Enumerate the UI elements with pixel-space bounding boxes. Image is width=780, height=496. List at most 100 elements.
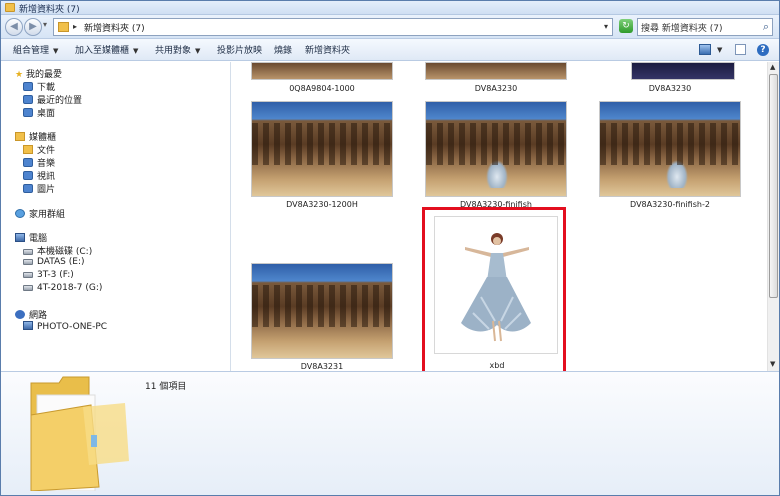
nav-label: 桌面 (37, 109, 56, 119)
thumbnail[interactable] (251, 263, 393, 359)
file-name[interactable]: DV8A3230 (590, 84, 750, 93)
nav-drive-e[interactable]: DATAS (E:) (23, 257, 85, 267)
add-to-library-button[interactable]: 加入至媒體櫃 ▼ (75, 43, 138, 56)
view-dropdown-icon[interactable]: ▼ (717, 46, 722, 54)
share-label: 共用對象 (155, 46, 192, 56)
nav-favorites[interactable]: ★ 我的最愛 (15, 67, 62, 80)
nav-videos[interactable]: 視訊 (23, 169, 55, 182)
nav-network[interactable]: 網路 (15, 308, 47, 321)
nav-desktop[interactable]: 桌面 (23, 106, 55, 119)
thumbnail[interactable] (425, 62, 567, 80)
new-folder-button[interactable]: 新增資料夾 (305, 43, 350, 56)
chevron-down-icon: ▼ (53, 47, 59, 55)
help-icon[interactable]: ? (757, 44, 769, 56)
refresh-button[interactable]: ↻ (619, 19, 633, 33)
navigation-bar: ◀ ▶ ▾ ▸ 新增資料夾 (7) ▾ ↻ 搜尋 新增資料夾 (7) ⌕ (1, 15, 779, 39)
address-bar[interactable]: ▸ 新增資料夾 (7) ▾ (53, 18, 613, 36)
nav-label: 4T-2018-7 (G:) (37, 283, 103, 293)
explorer-window: 新增資料夾 (7) ◀ ▶ ▾ ▸ 新增資料夾 (7) ▾ ↻ 搜尋 新增資料夾… (0, 0, 780, 496)
nav-label: 最近的位置 (37, 96, 83, 106)
address-path[interactable]: 新增資料夾 (7) (84, 21, 145, 34)
preview-pane-icon[interactable] (735, 44, 746, 55)
nav-documents[interactable]: 文件 (23, 143, 55, 156)
library-icon (15, 132, 25, 141)
nav-label: 本機磁碟 (C:) (37, 247, 93, 257)
file-name[interactable]: DV8A3230-finifish-2 (590, 200, 750, 209)
thumbnail[interactable] (425, 101, 567, 197)
file-name[interactable]: 0Q8A9804-1000 (242, 84, 402, 93)
nav-label: 網路 (29, 311, 48, 321)
title-bar: 新增資料夾 (7) (1, 1, 779, 15)
music-icon (23, 158, 33, 167)
nav-label: 圖片 (37, 185, 56, 195)
add-to-library-label: 加入至媒體櫃 (75, 46, 130, 56)
hard-drive-icon (23, 259, 33, 265)
nav-music[interactable]: 音樂 (23, 156, 55, 169)
chevron-down-icon: ▼ (133, 47, 139, 55)
nav-label: 音樂 (37, 159, 56, 169)
file-name[interactable]: DV8A3231 (242, 362, 402, 371)
selection-highlight (422, 207, 566, 375)
computer-icon (15, 233, 25, 242)
command-bar: 組合管理 ▼ 加入至媒體櫃 ▼ 共用對象 ▼ 投影片放映 燒錄 新增資料夾 ▼ ? (1, 39, 779, 61)
nav-downloads[interactable]: 下載 (23, 80, 55, 93)
slideshow-button[interactable]: 投影片放映 (217, 43, 262, 56)
network-icon (15, 310, 25, 319)
vertical-scrollbar[interactable]: ▲ ▼ (767, 62, 779, 371)
nav-label: 下載 (37, 83, 56, 93)
hard-drive-icon (23, 249, 33, 255)
nav-pictures[interactable]: 圖片 (23, 182, 55, 195)
computer-icon (23, 321, 33, 330)
forward-button[interactable]: ▶ (24, 18, 42, 36)
nav-recent[interactable]: 最近的位置 (23, 93, 82, 106)
nav-libraries[interactable]: 媒體櫃 (15, 130, 56, 143)
item-count: 11 個項目 (145, 382, 187, 392)
back-button[interactable]: ◀ (5, 18, 23, 36)
nav-drive-g[interactable]: 4T-2018-7 (G:) (23, 283, 102, 293)
breadcrumb-separator-icon[interactable]: ▸ (73, 22, 77, 31)
dancer-figure (666, 160, 688, 188)
thumbnail[interactable] (251, 62, 393, 80)
address-dropdown-icon[interactable]: ▾ (604, 22, 608, 31)
change-view-icon[interactable] (699, 44, 711, 55)
documents-icon (23, 145, 33, 154)
nav-label: DATAS (E:) (37, 257, 85, 267)
hard-drive-icon (23, 285, 33, 291)
share-button[interactable]: 共用對象 ▼ (155, 43, 200, 56)
nav-drive-c[interactable]: 本機磁碟 (C:) (23, 244, 92, 257)
nav-label: 電腦 (29, 234, 48, 244)
organize-button[interactable]: 組合管理 ▼ (13, 43, 58, 56)
folder-icon (58, 22, 69, 32)
search-input[interactable]: 搜尋 新增資料夾 (7) (641, 21, 722, 34)
folder-icon (5, 3, 15, 12)
thumbnail[interactable] (599, 101, 741, 197)
file-name[interactable]: DV8A3230 (416, 84, 576, 93)
search-box[interactable]: 搜尋 新增資料夾 (7) ⌕ (637, 18, 773, 36)
scrollbar-thumb[interactable] (769, 74, 778, 298)
nav-label: 3T-3 (F:) (37, 270, 74, 280)
video-icon (23, 171, 33, 180)
nav-label: 我的最愛 (25, 70, 62, 80)
window-title: 新增資料夾 (7) (19, 5, 80, 15)
nav-drive-f[interactable]: 3T-3 (F:) (23, 270, 74, 280)
search-icon[interactable]: ⌕ (763, 20, 769, 34)
scroll-down-icon[interactable]: ▼ (770, 360, 775, 368)
nav-label: 視訊 (37, 172, 56, 182)
chevron-down-icon: ▼ (195, 47, 201, 55)
large-folder-icon (29, 375, 129, 494)
file-name[interactable]: DV8A3230-1200H (242, 200, 402, 209)
thumbnail[interactable] (251, 101, 393, 197)
nav-homegroup[interactable]: 家用群組 (15, 207, 65, 220)
homegroup-icon (15, 209, 25, 218)
hard-drive-icon (23, 272, 33, 278)
burn-button[interactable]: 燒錄 (274, 43, 292, 56)
nav-label: 家用群組 (29, 210, 66, 220)
nav-computer[interactable]: 電腦 (15, 231, 47, 244)
download-icon (23, 82, 33, 91)
desktop-icon (23, 108, 33, 117)
history-dropdown[interactable]: ▾ (43, 20, 47, 29)
scroll-up-icon[interactable]: ▲ (770, 63, 775, 71)
nav-pc[interactable]: PHOTO-ONE-PC (23, 321, 107, 332)
thumbnail[interactable] (631, 62, 735, 80)
organize-label: 組合管理 (13, 46, 50, 56)
